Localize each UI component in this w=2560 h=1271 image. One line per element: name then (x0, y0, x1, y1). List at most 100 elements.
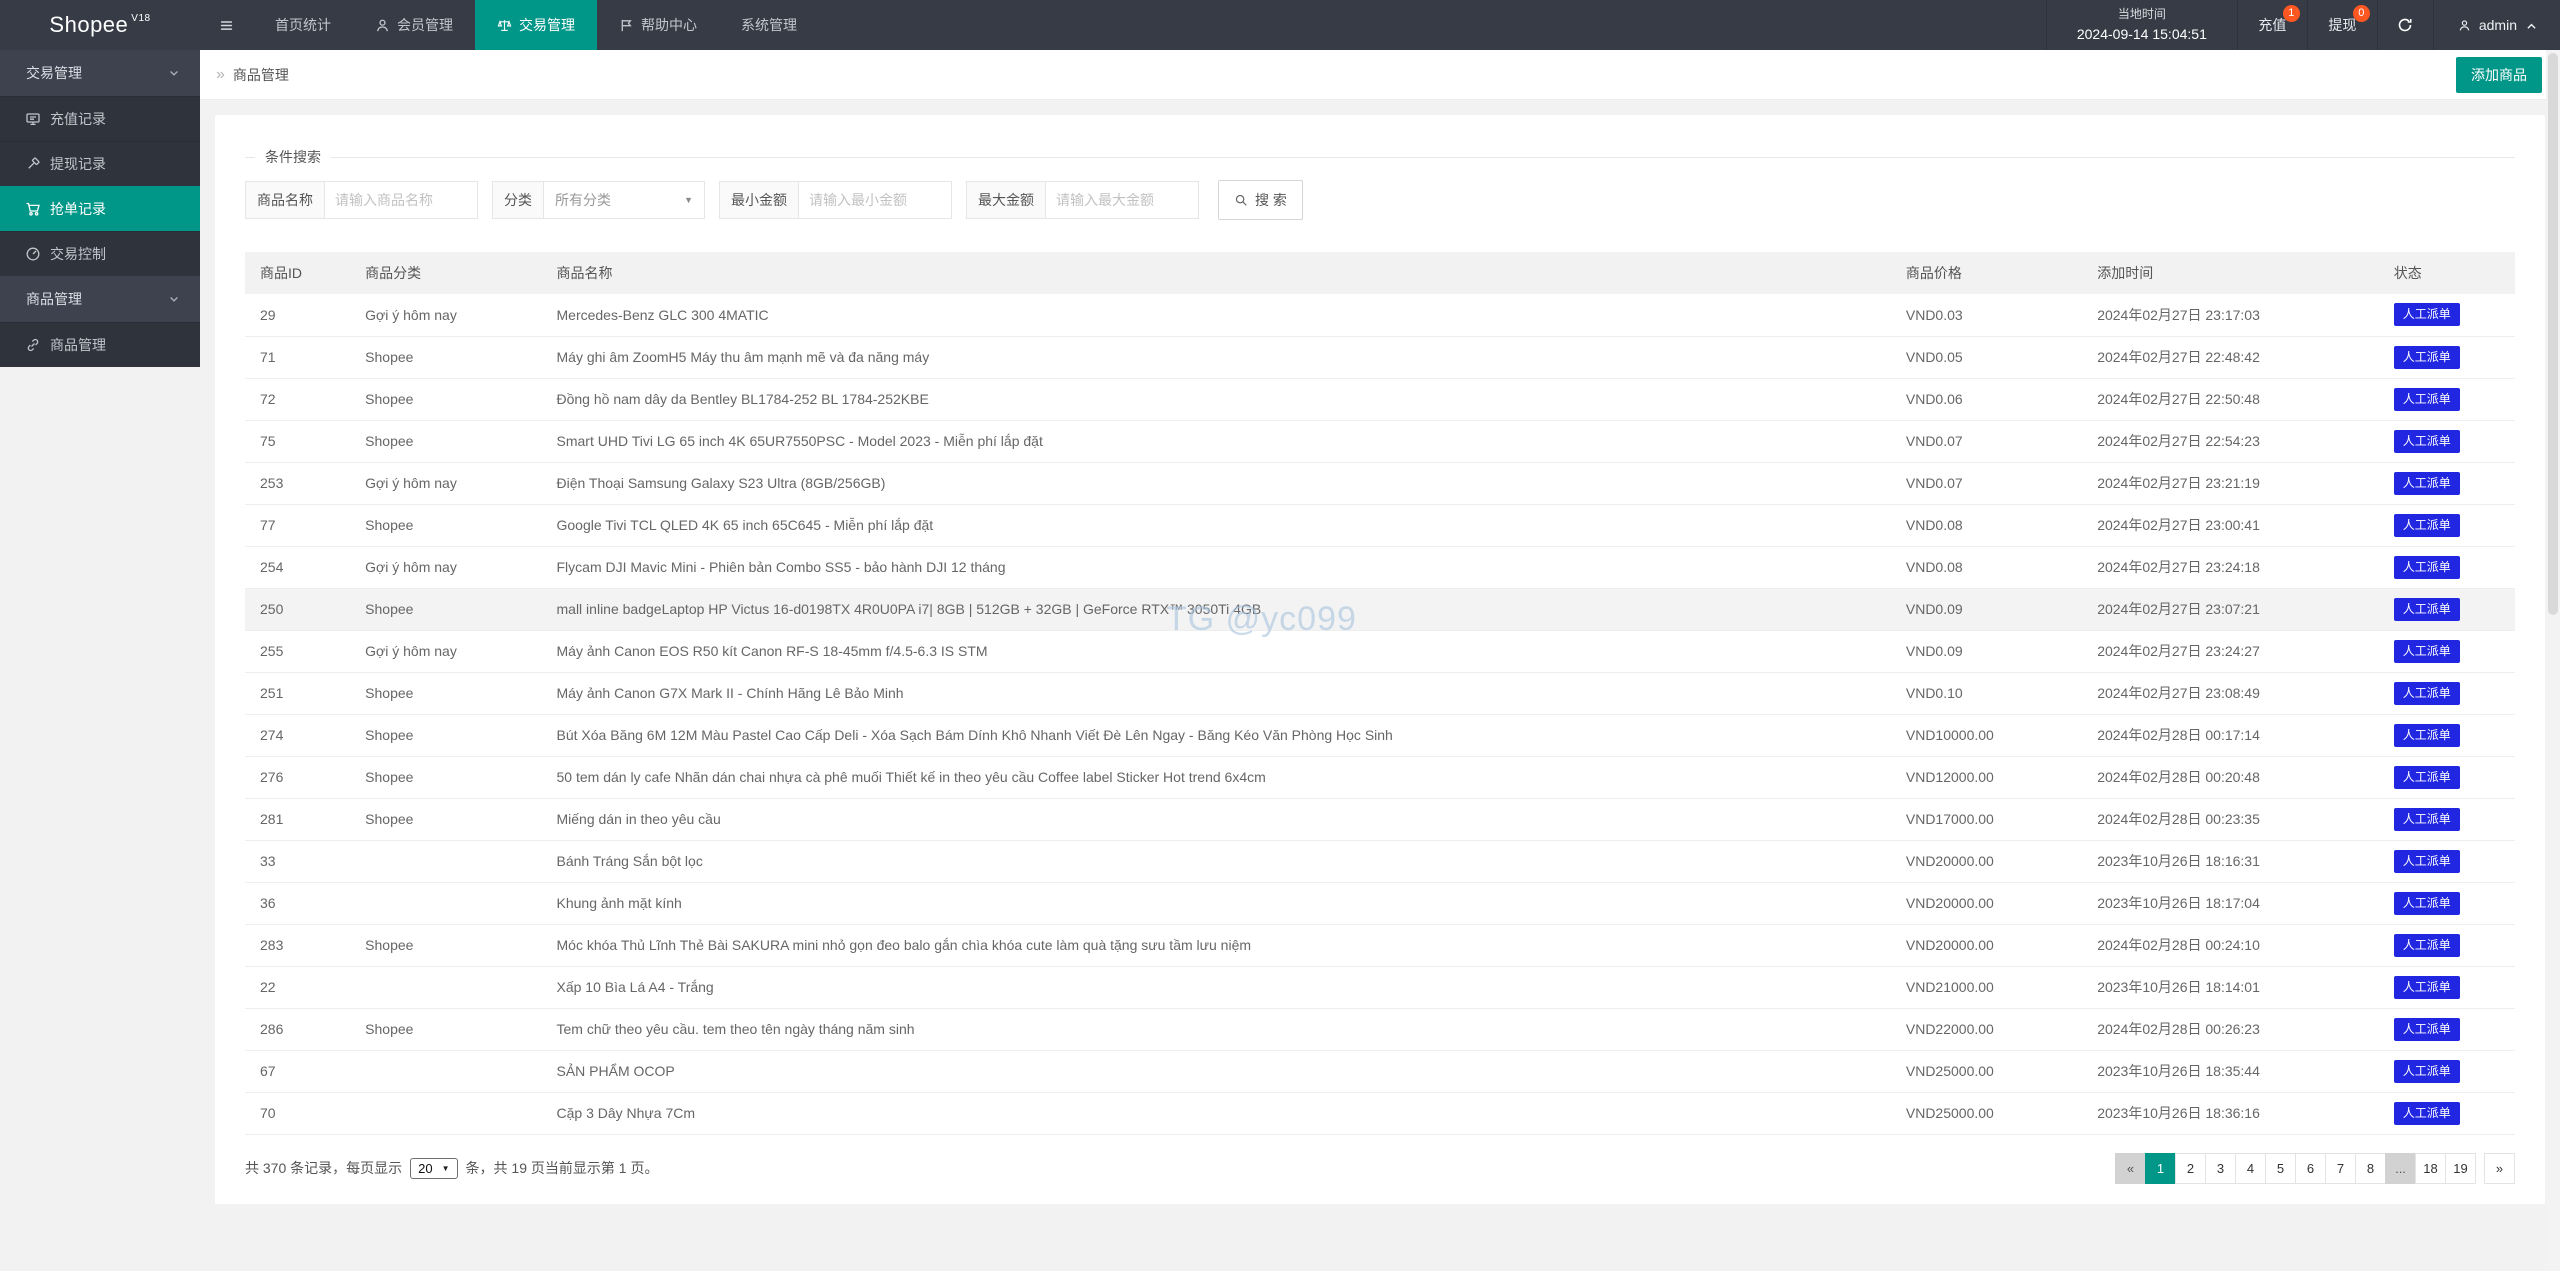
manual-dispatch-button[interactable]: 人工派单 (2394, 1018, 2460, 1041)
cell-product-id: 253 (245, 462, 350, 504)
sidebar-item-label: 商品管理 (50, 335, 106, 355)
sidebar-group-product[interactable]: 商品管理 (0, 276, 200, 322)
cell-status: 人工派单 (2379, 966, 2515, 1008)
manual-dispatch-button[interactable]: 人工派单 (2394, 808, 2460, 831)
chevron-up-icon (2525, 20, 2536, 31)
cell-category: Shopee (350, 672, 541, 714)
table-row: 33 Bánh Tráng Sắn bột lọc VND20000.00 20… (245, 840, 2515, 882)
pagination-page[interactable]: 7 (2325, 1153, 2356, 1184)
tab-label: 交易管理 (519, 15, 575, 35)
tab-home-statistics[interactable]: 首页统计 (253, 0, 353, 50)
page-size-select[interactable]: 20 ▼ (410, 1158, 457, 1179)
max-amount-input[interactable] (1046, 182, 1198, 218)
cell-price: VND0.09 (1891, 630, 2082, 672)
manual-dispatch-button[interactable]: 人工派单 (2394, 472, 2460, 495)
cell-status: 人工派单 (2379, 378, 2515, 420)
cell-product-id: 276 (245, 756, 350, 798)
cell-category: Shopee (350, 798, 541, 840)
table-row: 36 Khung ảnh mặt kính VND20000.00 2023年1… (245, 882, 2515, 924)
manual-dispatch-button[interactable]: 人工派单 (2394, 346, 2460, 369)
pagination-page[interactable]: ... (2385, 1153, 2416, 1184)
manual-dispatch-button[interactable]: 人工派单 (2394, 976, 2460, 999)
tab-transaction-management[interactable]: 交易管理 (475, 0, 597, 50)
manual-dispatch-button[interactable]: 人工派单 (2394, 598, 2460, 621)
user-menu[interactable]: admin (2433, 0, 2560, 50)
topbar: ShopeeV18 首页统计 会员管理 交易管理 帮助中心 (0, 0, 2560, 50)
withdraw-shortcut[interactable]: 提现 0 (2307, 0, 2377, 50)
cell-status: 人工派单 (2379, 924, 2515, 966)
cell-category: Shopee (350, 378, 541, 420)
search-button[interactable]: 搜 索 (1218, 180, 1303, 220)
sidebar-item-withdraw-records[interactable]: 提现记录 (0, 141, 200, 186)
cell-added-time: 2024年02月27日 22:54:23 (2082, 420, 2379, 462)
product-name-input[interactable] (325, 182, 477, 218)
cell-product-name: Điện Thoại Samsung Galaxy S23 Ultra (8GB… (542, 462, 1891, 504)
pagination-next[interactable]: » (2484, 1153, 2515, 1184)
sidebar-item-product-management[interactable]: 商品管理 (0, 322, 200, 367)
refresh-button[interactable] (2377, 0, 2433, 50)
local-time: 当地时间 2024-09-14 15:04:51 (2046, 0, 2237, 50)
search-button-label: 搜 索 (1255, 190, 1287, 210)
sidebar-group-transaction[interactable]: 交易管理 (0, 50, 200, 96)
sidebar-item-order-grab-records[interactable]: 抢单记录 (0, 186, 200, 231)
pagination-page[interactable]: 18 (2415, 1153, 2446, 1184)
pagination-page[interactable]: 4 (2235, 1153, 2266, 1184)
cell-product-id: 255 (245, 630, 350, 672)
category-select[interactable]: 所有分类 ▼ (544, 182, 704, 218)
manual-dispatch-button[interactable]: 人工派单 (2394, 724, 2460, 747)
manual-dispatch-button[interactable]: 人工派单 (2394, 640, 2460, 663)
app-name: Shopee (49, 12, 128, 38)
pagination-page[interactable]: 6 (2295, 1153, 2326, 1184)
cell-status: 人工派单 (2379, 588, 2515, 630)
manual-dispatch-button[interactable]: 人工派单 (2394, 892, 2460, 915)
pagination-page[interactable]: 1 (2145, 1153, 2176, 1184)
gauge-icon (25, 246, 41, 262)
sidebar-group-label: 商品管理 (26, 289, 82, 309)
table-row: 254 Gợi ý hôm nay Flycam DJI Mavic Mini … (245, 546, 2515, 588)
pagination-page[interactable]: 2 (2175, 1153, 2206, 1184)
manual-dispatch-button[interactable]: 人工派单 (2394, 430, 2460, 453)
recharge-shortcut[interactable]: 充值 1 (2237, 0, 2307, 50)
cell-price: VND25000.00 (1891, 1092, 2082, 1134)
tab-system-management[interactable]: 系统管理 (719, 0, 819, 50)
caret-down-icon: ▼ (684, 195, 693, 205)
add-product-button[interactable]: 添加商品 (2456, 57, 2542, 93)
manual-dispatch-button[interactable]: 人工派单 (2394, 682, 2460, 705)
scrollbar-thumb[interactable] (2548, 53, 2558, 615)
breadcrumb: » 商品管理 (216, 65, 289, 85)
cell-added-time: 2024年02月27日 23:08:49 (2082, 672, 2379, 714)
cell-added-time: 2024年02月27日 23:24:27 (2082, 630, 2379, 672)
tab-member-management[interactable]: 会员管理 (353, 0, 475, 50)
tab-help-center[interactable]: 帮助中心 (597, 0, 719, 50)
min-amount-input[interactable] (799, 182, 951, 218)
manual-dispatch-button[interactable]: 人工派单 (2394, 850, 2460, 873)
vertical-scrollbar[interactable] (2546, 50, 2560, 1271)
cell-status: 人工派单 (2379, 504, 2515, 546)
manual-dispatch-button[interactable]: 人工派单 (2394, 556, 2460, 579)
sidebar-item-recharge-records[interactable]: 充值记录 (0, 96, 200, 141)
pagination-page[interactable]: 3 (2205, 1153, 2236, 1184)
page-size-value: 20 (418, 1161, 432, 1176)
cell-price: VND0.09 (1891, 588, 2082, 630)
cell-added-time: 2024年02月27日 23:07:21 (2082, 588, 2379, 630)
refresh-icon (2397, 17, 2413, 33)
sidebar-item-transaction-control[interactable]: 交易控制 (0, 231, 200, 276)
cell-product-id: 251 (245, 672, 350, 714)
manual-dispatch-button[interactable]: 人工派单 (2394, 514, 2460, 537)
manual-dispatch-button[interactable]: 人工派单 (2394, 303, 2460, 326)
pagination-page[interactable]: 8 (2355, 1153, 2386, 1184)
manual-dispatch-button[interactable]: 人工派单 (2394, 934, 2460, 957)
manual-dispatch-button[interactable]: 人工派单 (2394, 1102, 2460, 1125)
pagination-page[interactable]: 19 (2445, 1153, 2476, 1184)
tab-label: 首页统计 (275, 15, 331, 35)
sidebar-item-label: 交易控制 (50, 244, 106, 264)
table-row: 253 Gợi ý hôm nay Điện Thoại Samsung Gal… (245, 462, 2515, 504)
menu-collapse-button[interactable] (200, 0, 253, 50)
cart-icon (25, 201, 41, 217)
pagination-page[interactable]: 5 (2265, 1153, 2296, 1184)
cell-price: VND0.08 (1891, 546, 2082, 588)
manual-dispatch-button[interactable]: 人工派单 (2394, 766, 2460, 789)
manual-dispatch-button[interactable]: 人工派单 (2394, 388, 2460, 411)
pagination-prev[interactable]: « (2115, 1153, 2146, 1184)
manual-dispatch-button[interactable]: 人工派单 (2394, 1060, 2460, 1083)
